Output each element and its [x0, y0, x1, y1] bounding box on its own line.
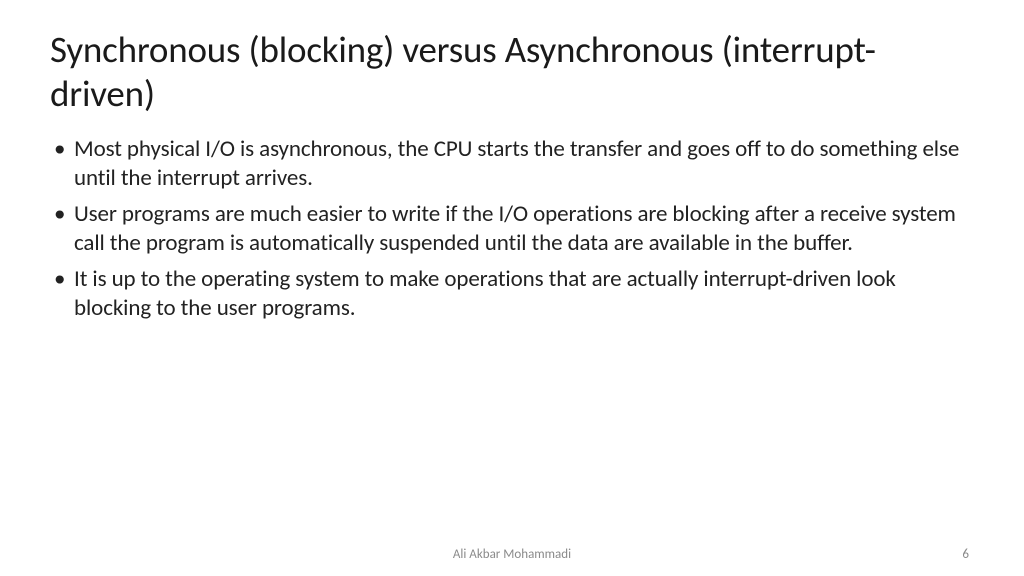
slide-container: Synchronous (blocking) versus Asynchrono…	[0, 0, 1024, 576]
bullet-list: Most physical I/O is asynchronous, the C…	[50, 135, 974, 324]
bullet-item: Most physical I/O is asynchronous, the C…	[50, 135, 974, 194]
bullet-item: It is up to the operating system to make…	[50, 265, 974, 324]
footer-author: Ali Akbar Mohammadi	[0, 547, 1024, 562]
slide-title: Synchronous (blocking) versus Asynchrono…	[50, 28, 974, 117]
footer-page-number: 6	[962, 547, 969, 562]
bullet-item: User programs are much easier to write i…	[50, 200, 974, 259]
slide-content: Most physical I/O is asynchronous, the C…	[50, 135, 974, 536]
